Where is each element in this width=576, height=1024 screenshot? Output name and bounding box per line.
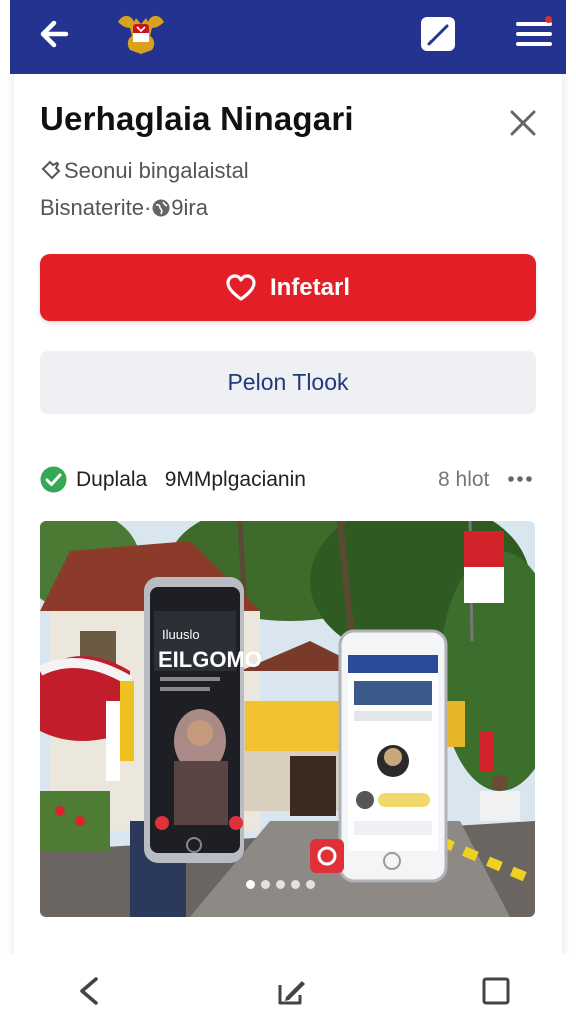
globe-icon <box>151 198 171 218</box>
screen-title-1: Iluuslo <box>162 627 200 642</box>
carousel-dot[interactable] <box>276 880 285 889</box>
more-horizontal-icon[interactable] <box>506 468 534 490</box>
post-header: Duplala 9MMplgacianin 8 hlot <box>40 464 536 494</box>
post-meta: 8 hlot <box>438 468 490 491</box>
card-edge-right <box>562 74 570 954</box>
subtitle-line-2-prefix: Bisnaterite· <box>40 195 152 220</box>
chevron-left-icon[interactable] <box>72 973 106 1009</box>
carousel-indicator <box>246 880 315 889</box>
garuda-emblem-icon <box>114 8 168 56</box>
compose-icon[interactable] <box>274 973 308 1009</box>
post-author[interactable]: Duplala 9MMplgacianin <box>76 468 306 492</box>
arrow-left-icon[interactable] <box>36 14 80 54</box>
primary-action-button[interactable]: Infetarl <box>40 254 536 321</box>
subtitle-line-2: Bisnaterite· 9ira <box>40 195 208 221</box>
subtitle-line-1-text: Seonui bingalaistal <box>64 158 249 183</box>
subtitle-line-1: Seonui bingalaistal <box>40 158 249 184</box>
carousel-dot[interactable] <box>291 880 300 889</box>
page-title: Uerhaglaia Ninagari <box>40 100 354 137</box>
carousel-dot[interactable] <box>246 880 255 889</box>
heart-icon <box>226 273 256 301</box>
card-edge-left <box>6 74 14 954</box>
close-icon[interactable] <box>506 106 540 140</box>
check-circle-icon <box>40 466 67 493</box>
notification-dot <box>545 16 552 23</box>
top-app-bar <box>10 0 566 74</box>
secondary-action-label: Pelon Tlook <box>227 369 349 395</box>
carousel-dot[interactable] <box>306 880 315 889</box>
edit-icon[interactable] <box>418 14 458 54</box>
secondary-action-button[interactable]: Pelon Tlook <box>40 351 536 414</box>
bottom-nav <box>0 955 576 1024</box>
post-image[interactable]: Iluuslo EILGOMO <box>40 521 535 917</box>
screen-title-2: EILGOMO <box>158 647 262 672</box>
square-icon[interactable] <box>480 975 512 1007</box>
carousel-dot[interactable] <box>261 880 270 889</box>
subtitle-line-2-suffix: 9ira <box>171 195 208 220</box>
primary-action-label: Infetarl <box>269 273 350 301</box>
hamburger-menu-icon[interactable] <box>514 14 554 54</box>
location-pin-icon <box>40 159 62 181</box>
